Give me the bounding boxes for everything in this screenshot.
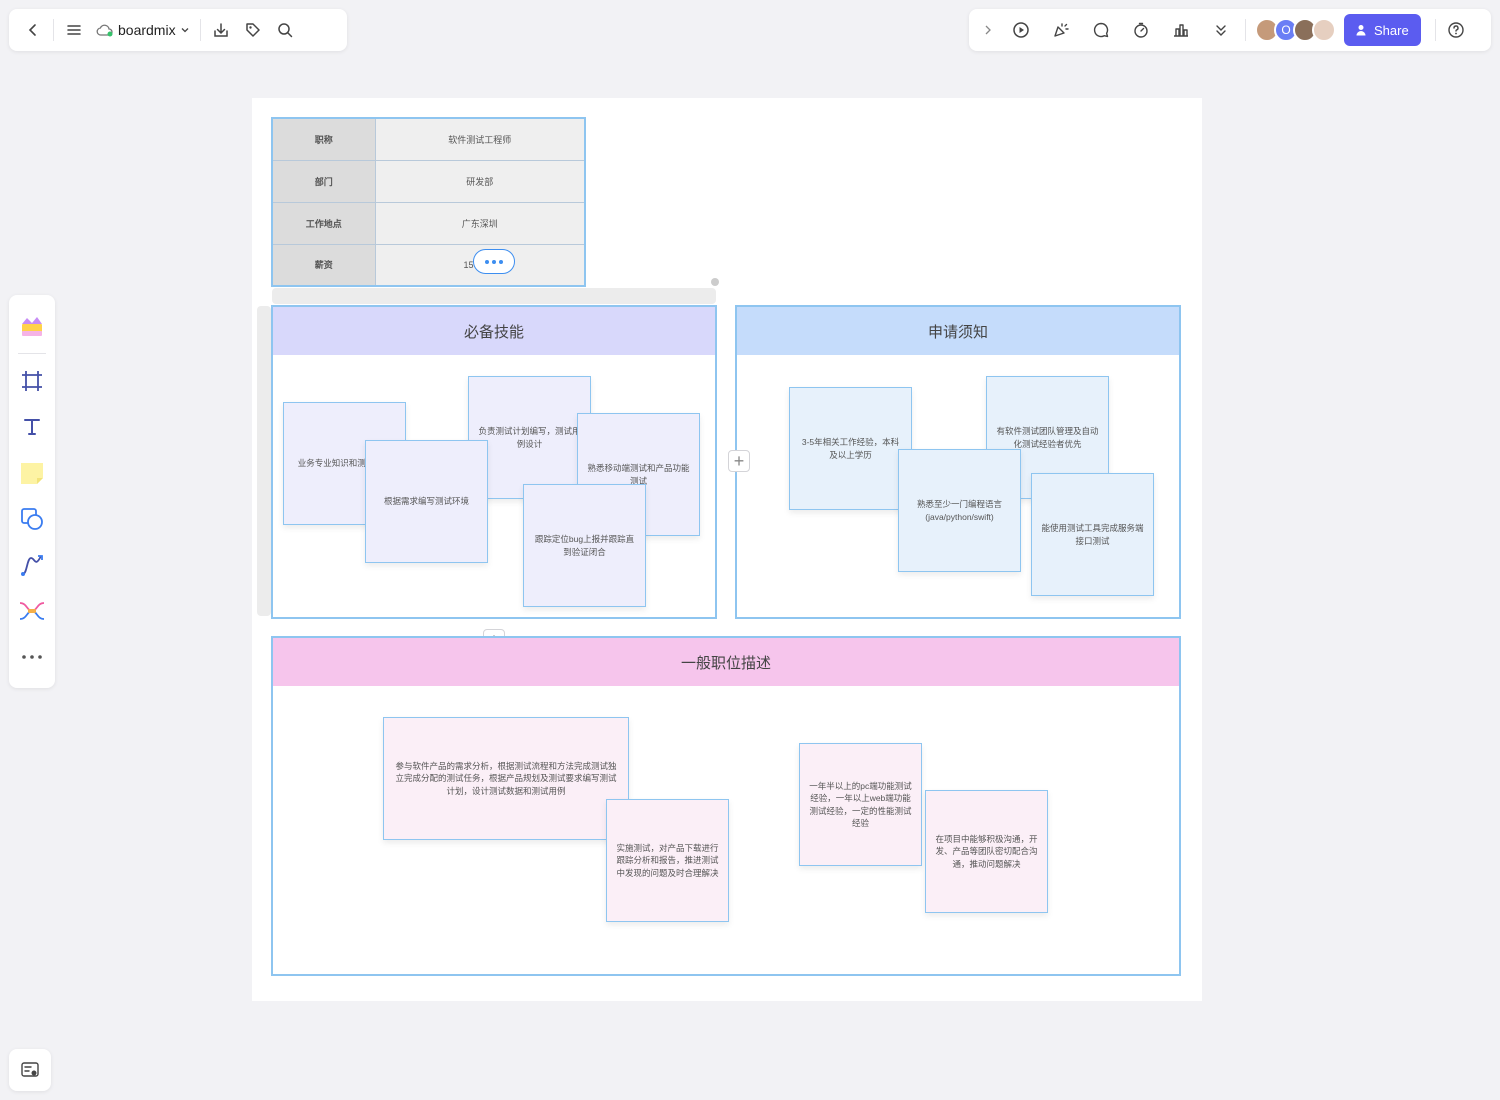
shape-tool[interactable] [14, 501, 50, 537]
whiteboard-canvas[interactable]: 职称 软件测试工程师 部门 研发部 工作地点 广东深圳 薪资 15 必备技能 业… [252, 98, 1202, 1001]
selection-bar [257, 306, 271, 616]
tag-button[interactable] [237, 14, 269, 46]
share-label: Share [1374, 22, 1409, 38]
download-button[interactable] [205, 14, 237, 46]
text-icon [24, 419, 40, 435]
table-row: 薪资 15 [271, 243, 586, 287]
chevron-down-icon [181, 28, 189, 33]
divider [18, 353, 46, 354]
download-icon [213, 23, 228, 37]
table-cell[interactable]: 部门 [271, 159, 376, 203]
sticky-note[interactable]: 一年半以上的pc端功能测试经验，一年以上web端功能测试经验，一定的性能测试经验 [799, 743, 922, 866]
share-button[interactable]: Share [1344, 14, 1421, 46]
collaborator-avatars[interactable]: O [1255, 18, 1336, 42]
table-cell[interactable]: 广东深圳 [374, 201, 586, 245]
play-icon [1013, 22, 1029, 38]
sticky-note-tool[interactable] [14, 455, 50, 491]
help-button[interactable] [1440, 14, 1472, 46]
celebrate-button[interactable] [1045, 14, 1077, 46]
sticky-note[interactable]: 熟悉至少一门编程语言(java/python/swift) [898, 449, 1021, 572]
back-button[interactable] [17, 14, 49, 46]
expand-toolbar-button[interactable] [977, 14, 999, 46]
more-horizontal-icon [22, 655, 42, 659]
search-icon [277, 23, 292, 38]
vote-button[interactable] [1165, 14, 1197, 46]
more-tools-button[interactable] [14, 639, 50, 675]
help-icon [1448, 22, 1464, 38]
sticky-note[interactable]: 跟踪定位bug上报并跟踪直到验证闭合 [523, 484, 646, 607]
cloud-icon [96, 24, 113, 37]
add-user-icon [1356, 25, 1366, 36]
chevron-left-icon [28, 24, 36, 36]
divider [1434, 19, 1436, 41]
job-info-table[interactable]: 职称 软件测试工程师 部门 研发部 工作地点 广东深圳 薪资 15 [271, 117, 586, 287]
sticky-note[interactable]: 在项目中能够积极沟通，开发、产品等团队密切配合沟通，推动问题解决 [925, 790, 1048, 913]
table-row: 工作地点 广东深圳 [271, 201, 586, 245]
section-title[interactable]: 申请须知 [737, 307, 1179, 355]
section-title[interactable]: 必备技能 [273, 307, 715, 355]
section-title[interactable]: 一般职位描述 [273, 638, 1179, 686]
divider [1245, 19, 1246, 41]
divider [53, 19, 54, 41]
text-tool[interactable] [14, 409, 50, 445]
table-cell[interactable]: 软件测试工程师 [374, 117, 586, 161]
curve-line-icon [21, 555, 43, 576]
table-cell[interactable]: 薪资 [271, 243, 376, 287]
resize-handle[interactable] [711, 278, 719, 286]
present-button[interactable] [1005, 14, 1037, 46]
chevron-right-icon [985, 25, 991, 35]
comment-icon [1093, 22, 1109, 38]
table-cell[interactable]: 职称 [271, 117, 376, 161]
chart-icon [1174, 24, 1188, 37]
menu-button[interactable] [58, 14, 90, 46]
top-right-toolbar: O Share [969, 9, 1491, 51]
menu-icon [67, 25, 81, 35]
app-name: boardmix [118, 22, 176, 38]
avatar[interactable] [1312, 18, 1336, 42]
left-toolbar [9, 295, 55, 688]
tag-icon [245, 23, 260, 37]
search-button[interactable] [269, 14, 301, 46]
sticky-note[interactable]: 根据需求编写测试环境 [365, 440, 488, 563]
table-cell[interactable]: 研发部 [374, 159, 586, 203]
sticky-note[interactable]: 3-5年相关工作经验，本科及以上学历 [789, 387, 912, 510]
more-tools-button[interactable] [1205, 14, 1237, 46]
table-row: 部门 研发部 [271, 159, 586, 203]
minimap-toggle-button[interactable] [9, 1049, 51, 1091]
selection-bar [272, 288, 716, 304]
table-more-button[interactable] [473, 249, 515, 274]
sticky-note[interactable]: 能使用测试工具完成服务端接口测试 [1031, 473, 1154, 596]
comment-button[interactable] [1085, 14, 1117, 46]
template-button[interactable] [14, 308, 50, 344]
board-name-dropdown[interactable]: boardmix [90, 14, 196, 46]
frame-tool[interactable] [14, 363, 50, 399]
double-chevron-down-icon [1216, 25, 1226, 36]
table-cell[interactable]: 工作地点 [271, 201, 376, 245]
mindmap-tool[interactable] [14, 593, 50, 629]
frame-icon [22, 371, 42, 391]
table-row: 职称 软件测试工程师 [271, 117, 586, 161]
divider [199, 19, 201, 41]
shape-icon [21, 508, 43, 530]
timer-button[interactable] [1125, 14, 1157, 46]
top-left-toolbar: boardmix [9, 9, 347, 51]
add-frame-button[interactable]: + [728, 450, 750, 472]
sticky-note[interactable]: 参与软件产品的需求分析，根据测试流程和方法完成测试独立完成分配的测试任务，根据产… [383, 717, 629, 840]
template-icon [22, 317, 42, 336]
mindmap-icon [19, 602, 45, 620]
connector-tool[interactable] [14, 547, 50, 583]
sticky-note[interactable]: 实施测试，对产品下载进行跟踪分析和报告，推进测试中发现的问题及时合理解决 [606, 799, 729, 922]
sticky-note-icon [21, 463, 43, 484]
party-icon [1054, 23, 1069, 37]
minimap-icon [21, 1062, 39, 1077]
timer-icon [1134, 22, 1148, 38]
